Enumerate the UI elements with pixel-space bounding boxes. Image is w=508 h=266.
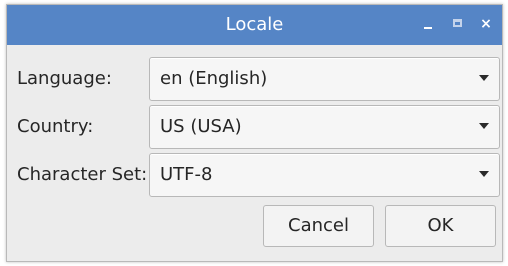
charset-row: Character Set: UTF-8 [7, 153, 502, 197]
minimize-button[interactable] [417, 13, 439, 35]
maximize-icon [453, 19, 462, 27]
locale-dialog: Locale × Language: en (English) Country:… [6, 4, 503, 262]
charset-dropdown[interactable]: UTF-8 [149, 153, 500, 197]
close-button[interactable]: × [475, 13, 497, 35]
country-value: US (USA) [160, 116, 242, 137]
ok-button[interactable]: OK [385, 205, 496, 247]
language-row: Language: en (English) [7, 57, 502, 101]
maximize-button[interactable] [447, 13, 469, 35]
chevron-down-icon [479, 171, 489, 177]
minimize-icon [424, 27, 432, 29]
country-label: Country: [17, 116, 94, 137]
chevron-down-icon [479, 123, 489, 129]
close-icon: × [480, 16, 492, 32]
language-dropdown[interactable]: en (English) [149, 57, 500, 101]
charset-label: Character Set: [17, 164, 148, 185]
country-dropdown[interactable]: US (USA) [149, 105, 500, 149]
chevron-down-icon [479, 75, 489, 81]
cancel-button[interactable]: Cancel [263, 205, 374, 247]
title-bar[interactable]: Locale × [7, 5, 502, 45]
language-value: en (English) [160, 68, 268, 89]
charset-value: UTF-8 [160, 164, 213, 185]
country-row: Country: US (USA) [7, 105, 502, 149]
language-label: Language: [17, 68, 112, 89]
